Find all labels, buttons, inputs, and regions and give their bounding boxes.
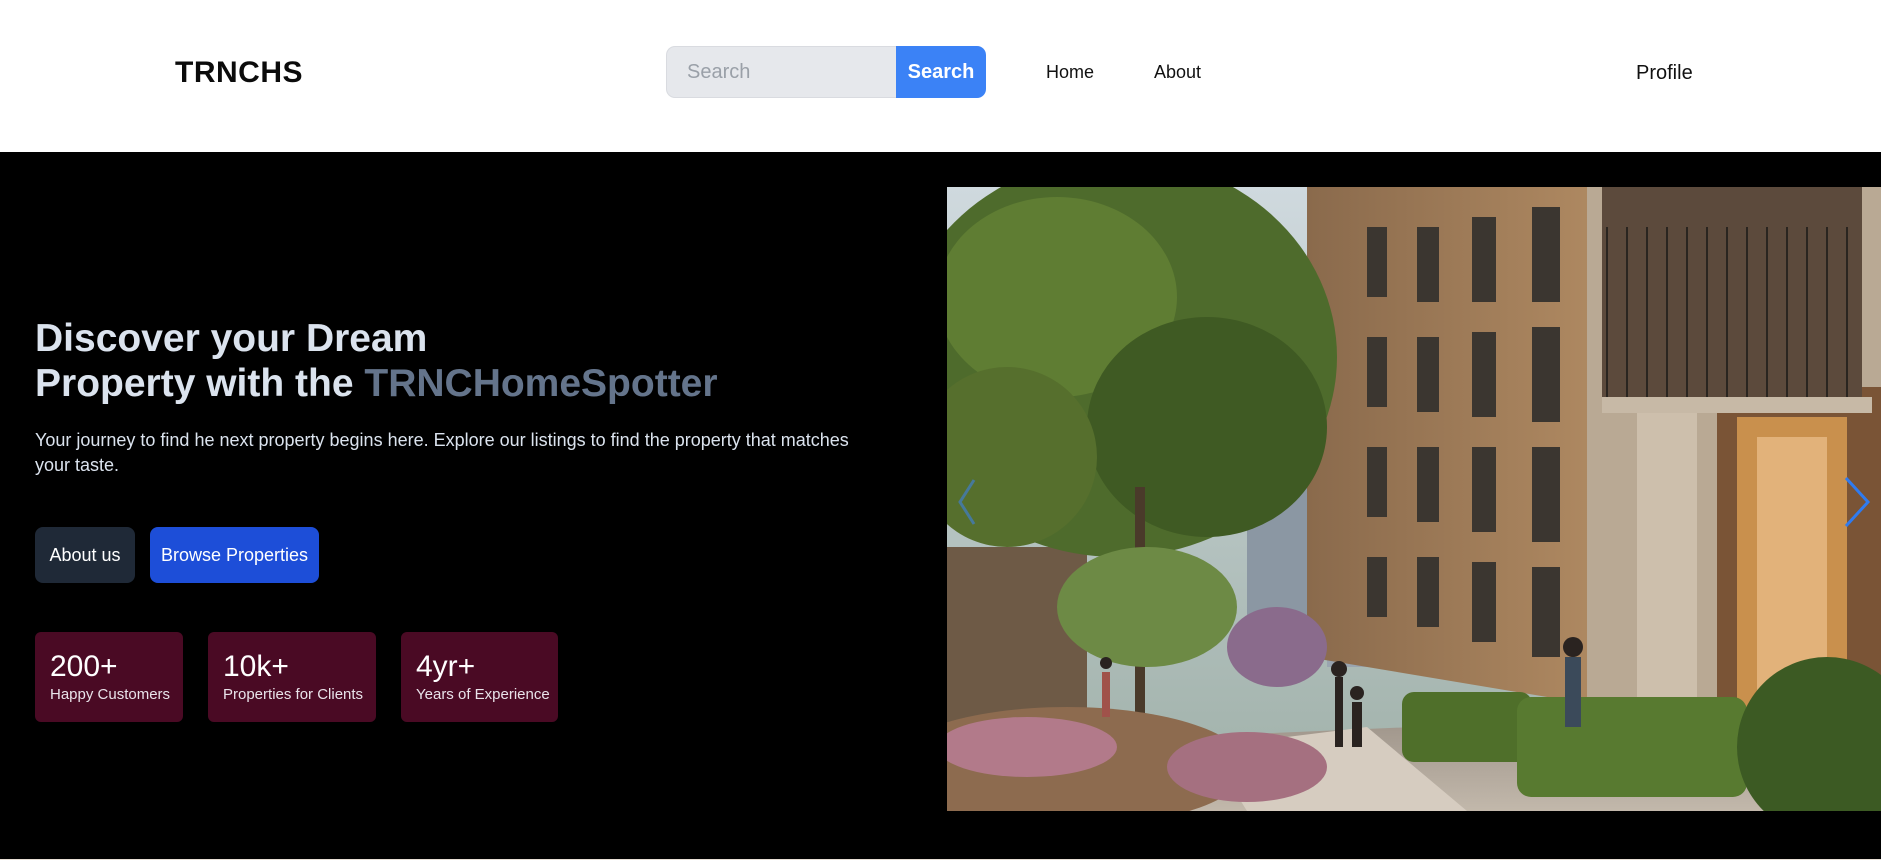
hero-subtitle: Your journey to find he next property be… bbox=[35, 430, 849, 475]
stat-card-properties: 10k+ Properties for Clients bbox=[208, 632, 376, 722]
chevron-right-icon bbox=[1844, 476, 1871, 528]
carousel-prev-button[interactable] bbox=[947, 469, 987, 535]
site-header: TRNCHS Search Home About Profile bbox=[0, 0, 1881, 152]
hero-section: Discover your Dream Property with the TR… bbox=[0, 152, 1881, 859]
nav-home-link[interactable]: Home bbox=[1046, 62, 1094, 83]
hero-title-accent: TRNCHomeSpotter bbox=[364, 362, 718, 405]
site-logo[interactable]: TRNCHS bbox=[175, 56, 303, 90]
hero-title-line2: Property with the bbox=[35, 362, 365, 405]
search-bar: Search bbox=[666, 46, 986, 98]
hero-title: Discover your Dream Property with the TR… bbox=[35, 316, 835, 406]
stat-card-experience: 4yr+ Years of Experience bbox=[401, 632, 558, 722]
browse-properties-button[interactable]: Browse Properties bbox=[150, 527, 319, 583]
about-us-button[interactable]: About us bbox=[35, 527, 135, 583]
carousel-slide-image bbox=[947, 187, 1881, 811]
stat-card-customers: 200+ Happy Customers bbox=[35, 632, 183, 722]
stat-label: Properties for Clients bbox=[223, 686, 364, 703]
carousel-next-button[interactable] bbox=[1837, 469, 1877, 535]
chevron-left-icon bbox=[958, 479, 976, 525]
profile-link[interactable]: Profile bbox=[1636, 62, 1693, 85]
stat-value: 10k+ bbox=[223, 650, 289, 683]
stat-value: 4yr+ bbox=[416, 650, 476, 683]
stat-label: Years of Experience bbox=[416, 686, 550, 703]
search-input[interactable] bbox=[666, 46, 896, 98]
stat-label: Happy Customers bbox=[50, 686, 171, 703]
property-carousel[interactable] bbox=[947, 187, 1881, 811]
hero-title-line1: Discover your Dream bbox=[35, 317, 428, 360]
search-button[interactable]: Search bbox=[896, 46, 986, 98]
section-divider bbox=[0, 859, 1881, 863]
stat-value: 200+ bbox=[50, 650, 118, 683]
nav-about-link[interactable]: About bbox=[1154, 62, 1201, 83]
